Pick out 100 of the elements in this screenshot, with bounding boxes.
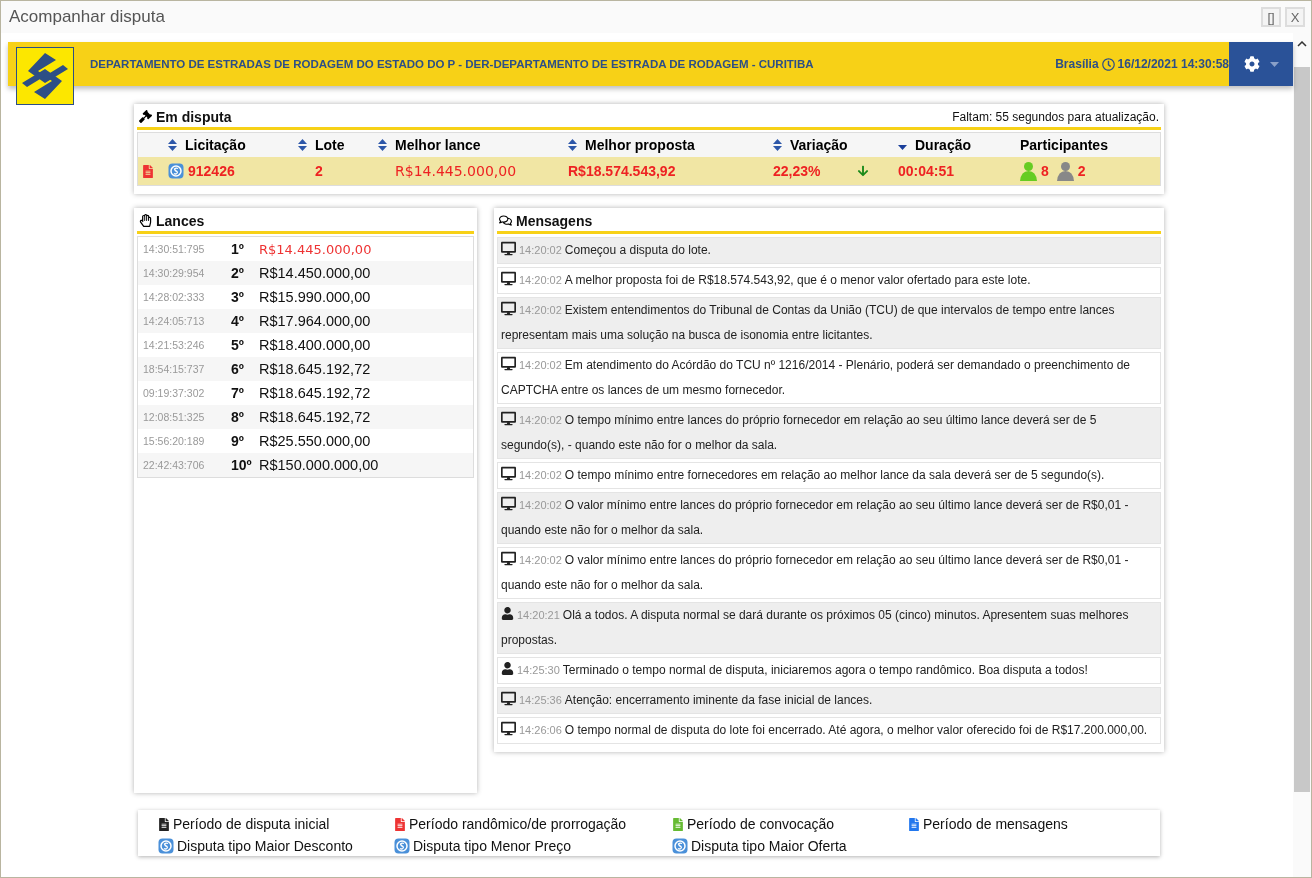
countdown-text: Faltam: 55 segundos para atualização. bbox=[952, 109, 1159, 124]
column-header[interactable]: Licitação bbox=[168, 137, 298, 153]
bid-time: 12:08:51:325 bbox=[143, 411, 206, 423]
bid-time: 09:19:37:302 bbox=[143, 387, 206, 399]
bid-rank: 3º bbox=[231, 289, 245, 305]
bid-time: 14:21:53:246 bbox=[143, 339, 206, 351]
message-text: 14:26:06 O tempo normal de disputa do lote foi encerrado. Até agora, o melhor valor oferecido foi de R$17.200.000,00. bbox=[497, 717, 1161, 744]
monitor-icon bbox=[501, 241, 516, 256]
timezone-label: Brasília bbox=[1055, 57, 1099, 71]
datetime-label: 16/12/2021 14:30:58 bbox=[1117, 57, 1229, 71]
panel-title: Lances bbox=[156, 212, 206, 229]
window-button[interactable]: X bbox=[1285, 7, 1305, 27]
bid-value: R$150.000.000,00 bbox=[259, 457, 380, 473]
column-header[interactable]: Participantes bbox=[1020, 137, 1160, 153]
legend-item: Período randômico/de prorrogação bbox=[394, 814, 672, 834]
person-icon bbox=[501, 662, 514, 675]
arrow-down-icon bbox=[857, 165, 869, 177]
bid-time: 14:30:29:954 bbox=[143, 267, 206, 279]
scrollbar[interactable] bbox=[1293, 33, 1311, 877]
coin-icon bbox=[168, 163, 184, 179]
bid-rank: 10º bbox=[231, 457, 253, 473]
bid-rank: 1º bbox=[231, 241, 245, 257]
sort-icon[interactable] bbox=[378, 139, 387, 151]
bid-rank: 9º bbox=[231, 433, 245, 449]
message-text: 14:25:30 Terminado o tempo normal de disputa, iniciaremos agora o tempo randômico. Boa disputa a todos! bbox=[497, 657, 1161, 684]
table-cell: 912426 bbox=[188, 163, 235, 179]
monitor-icon bbox=[501, 271, 516, 286]
bid-time: 14:30:51:795 bbox=[143, 243, 206, 255]
message-text: 14:20:02 Existem entendimentos do Tribunal de Contas da União (TCU) de que intervalos de tempo entre lances representam mais uma solução na busca de isonomia entre licitantes. bbox=[497, 297, 1161, 349]
bid-value: R$18.400.000,00 bbox=[259, 337, 372, 353]
bid-time: 15:56:20:189 bbox=[143, 435, 206, 447]
bid-rank: 6º bbox=[231, 361, 245, 377]
hand-icon bbox=[139, 214, 152, 227]
bid-rank: 4º bbox=[231, 313, 245, 329]
bid-rank: 2º bbox=[231, 265, 245, 281]
bid-time: 14:28:02:333 bbox=[143, 291, 206, 303]
bid-value: R$17.964.000,00 bbox=[259, 313, 372, 329]
monitor-icon bbox=[501, 301, 516, 316]
bid-rank: 5º bbox=[231, 337, 245, 353]
legend-item: Disputa tipo Menor Preço bbox=[394, 836, 672, 856]
window-title: Acompanhar disputa bbox=[9, 7, 166, 27]
participant-count: 8 bbox=[1041, 163, 1049, 179]
monitor-icon bbox=[501, 496, 516, 511]
monitor-icon bbox=[501, 551, 516, 566]
sort-icon[interactable] bbox=[298, 139, 307, 151]
bid-value: R$15.990.000,00 bbox=[259, 289, 372, 305]
bid-time: 18:54:15:737 bbox=[143, 363, 206, 375]
column-header[interactable]: Melhor lance bbox=[378, 137, 568, 153]
message-text: 14:20:02 O tempo mínimo entre lances do próprio fornecedor em relação ao seu último lance deverá ser de 5 segundo(s), - quando este não for o melhor da sala. bbox=[497, 407, 1161, 459]
sort-icon[interactable] bbox=[773, 139, 782, 151]
bid-value: R$25.550.000,00 bbox=[259, 433, 372, 449]
bid-value: R$18.645.192,72 bbox=[259, 409, 372, 425]
table-cell: 00:04:51 bbox=[898, 163, 955, 179]
table-cell: R$14.445.000,00 bbox=[395, 163, 517, 179]
column-header[interactable]: Variação bbox=[773, 137, 898, 153]
legend-item: Disputa tipo Maior Oferta bbox=[672, 836, 908, 856]
clock-icon bbox=[1101, 57, 1115, 71]
scroll-up-icon[interactable] bbox=[1297, 41, 1307, 47]
settings-icon bbox=[1243, 56, 1260, 72]
bid-time: 22:42:43:706 bbox=[143, 459, 206, 471]
message-text: 14:20:02 O valor mínimo entre lances do próprio fornecedor em relação ao seu último lance deverá ser de R$0,01 - quando este não for o melhor da sala. bbox=[497, 492, 1161, 544]
monitor-icon bbox=[501, 356, 516, 371]
table-cell: R$18.574.543,92 bbox=[568, 163, 676, 179]
bid-rank: 8º bbox=[231, 409, 245, 425]
window-button[interactable]: [] bbox=[1261, 7, 1281, 27]
sort-icon[interactable] bbox=[568, 139, 577, 151]
bid-value: R$18.645.192,72 bbox=[259, 385, 372, 401]
bid-rank: 7º bbox=[231, 385, 245, 401]
settings-button[interactable] bbox=[1229, 42, 1293, 86]
table-cell: 2 bbox=[315, 163, 323, 179]
bid-value: R$14.450.000,00 bbox=[259, 265, 372, 281]
panel-title: Em disputa bbox=[156, 108, 233, 125]
monitor-icon bbox=[501, 466, 516, 481]
column-header[interactable]: Duração bbox=[898, 137, 1020, 153]
message-text: 14:25:36 Atenção: encerramento iminente da fase inicial de lances. bbox=[497, 687, 1161, 714]
participant-count: 2 bbox=[1077, 163, 1086, 179]
table-cell-text: 22,23% bbox=[773, 163, 822, 179]
monitor-icon bbox=[501, 721, 516, 736]
column-header[interactable]: Lote bbox=[298, 137, 378, 153]
message-text: 14:20:21 Olá a todos. A disputa normal se dará durante os próximos 05 (cinco) minutos. Apresentem suas melhores propostas. bbox=[497, 602, 1161, 654]
legend-item: Período de disputa inicial bbox=[158, 814, 394, 834]
sort-icon[interactable] bbox=[168, 139, 177, 151]
gavel-icon bbox=[139, 110, 152, 123]
legend-item: Disputa tipo Maior Desconto bbox=[158, 836, 394, 856]
column-header[interactable]: Melhor proposta bbox=[568, 137, 773, 153]
person-icon bbox=[501, 607, 514, 620]
bank-logo bbox=[16, 47, 74, 105]
chat-icon bbox=[499, 214, 512, 227]
organization-name: DEPARTAMENTO DE ESTRADAS DE RODAGEM DO ESTADO DO P - DER-DEPARTAMENTO DE ESTRADA DE RODAGEM - CURITIBA bbox=[90, 58, 815, 70]
bid-time: 14:24:05:713 bbox=[143, 315, 206, 327]
legend-item: Período de mensagens bbox=[908, 814, 1160, 834]
panel-title: Mensagens bbox=[516, 212, 594, 229]
message-text: 14:20:02 Começou a disputa do lote. bbox=[497, 237, 1161, 264]
bid-value: R$14.445.000,00 bbox=[259, 241, 373, 257]
message-text: 14:20:02 Em atendimento do Acórdão do TCU nº 1216/2014 - Plenário, poderá ser demandado o preenchimento de CAPTCHA entre os lances de um mesmo fornecedor. bbox=[497, 352, 1161, 404]
document-icon bbox=[142, 164, 154, 178]
caret-icon bbox=[1269, 61, 1279, 67]
monitor-icon bbox=[501, 691, 516, 706]
bid-value: R$18.645.192,72 bbox=[259, 361, 372, 377]
legend-item: Período de convocação bbox=[672, 814, 908, 834]
